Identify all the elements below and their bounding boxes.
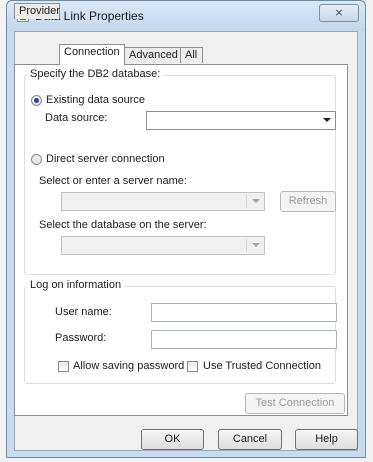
- password-label: Password:: [55, 332, 107, 344]
- user-name-label: User name:: [55, 306, 112, 318]
- direct-server-connection-radio[interactable]: [31, 154, 42, 165]
- test-connection-button[interactable]: Test Connection: [245, 393, 345, 414]
- tab-advanced[interactable]: Advanced: [124, 47, 181, 63]
- db2-group-label: Specify the DB2 database:: [27, 68, 164, 80]
- close-button[interactable]: ⨯: [319, 4, 359, 22]
- database-label: Select the database on the server:: [39, 219, 207, 231]
- title-bar[interactable]: Data Link Properties ⨯: [7, 1, 365, 31]
- connection-tab-page: Specify the DB2 database: Existing data …: [14, 64, 348, 416]
- server-name-label: Select or enter a server name:: [39, 175, 187, 187]
- ok-button[interactable]: OK: [141, 429, 204, 450]
- tab-provider[interactable]: Provider: [14, 3, 60, 19]
- cancel-button[interactable]: Cancel: [218, 429, 282, 450]
- combo-separator: [246, 195, 247, 208]
- server-name-combo[interactable]: [61, 192, 265, 211]
- use-trusted-connection-checkbox[interactable]: [187, 361, 198, 372]
- allow-saving-password-label: Allow saving password: [73, 360, 185, 372]
- user-name-input[interactable]: [151, 303, 337, 322]
- use-trusted-connection-label: Use Trusted Connection: [203, 360, 322, 372]
- tab-connection[interactable]: Connection: [59, 44, 125, 65]
- allow-saving-password-checkbox[interactable]: [58, 361, 69, 372]
- combo-separator: [246, 239, 247, 252]
- data-source-label: Data source:: [45, 112, 108, 124]
- password-input[interactable]: [151, 330, 337, 349]
- database-combo[interactable]: [61, 236, 265, 255]
- close-icon: ⨯: [334, 7, 344, 19]
- chevron-down-icon: [323, 118, 331, 122]
- help-button[interactable]: Help: [295, 429, 358, 450]
- tab-all[interactable]: All: [180, 47, 203, 63]
- refresh-button[interactable]: Refresh: [280, 191, 336, 212]
- logon-group-label: Log on information: [27, 279, 125, 291]
- chevron-down-icon: [252, 243, 260, 247]
- direct-server-connection-label: Direct server connection: [46, 153, 165, 165]
- existing-data-source-radio[interactable]: [31, 95, 42, 106]
- existing-data-source-label: Existing data source: [46, 94, 146, 106]
- chevron-down-icon: [252, 199, 260, 203]
- data-source-dropdown[interactable]: [146, 111, 336, 130]
